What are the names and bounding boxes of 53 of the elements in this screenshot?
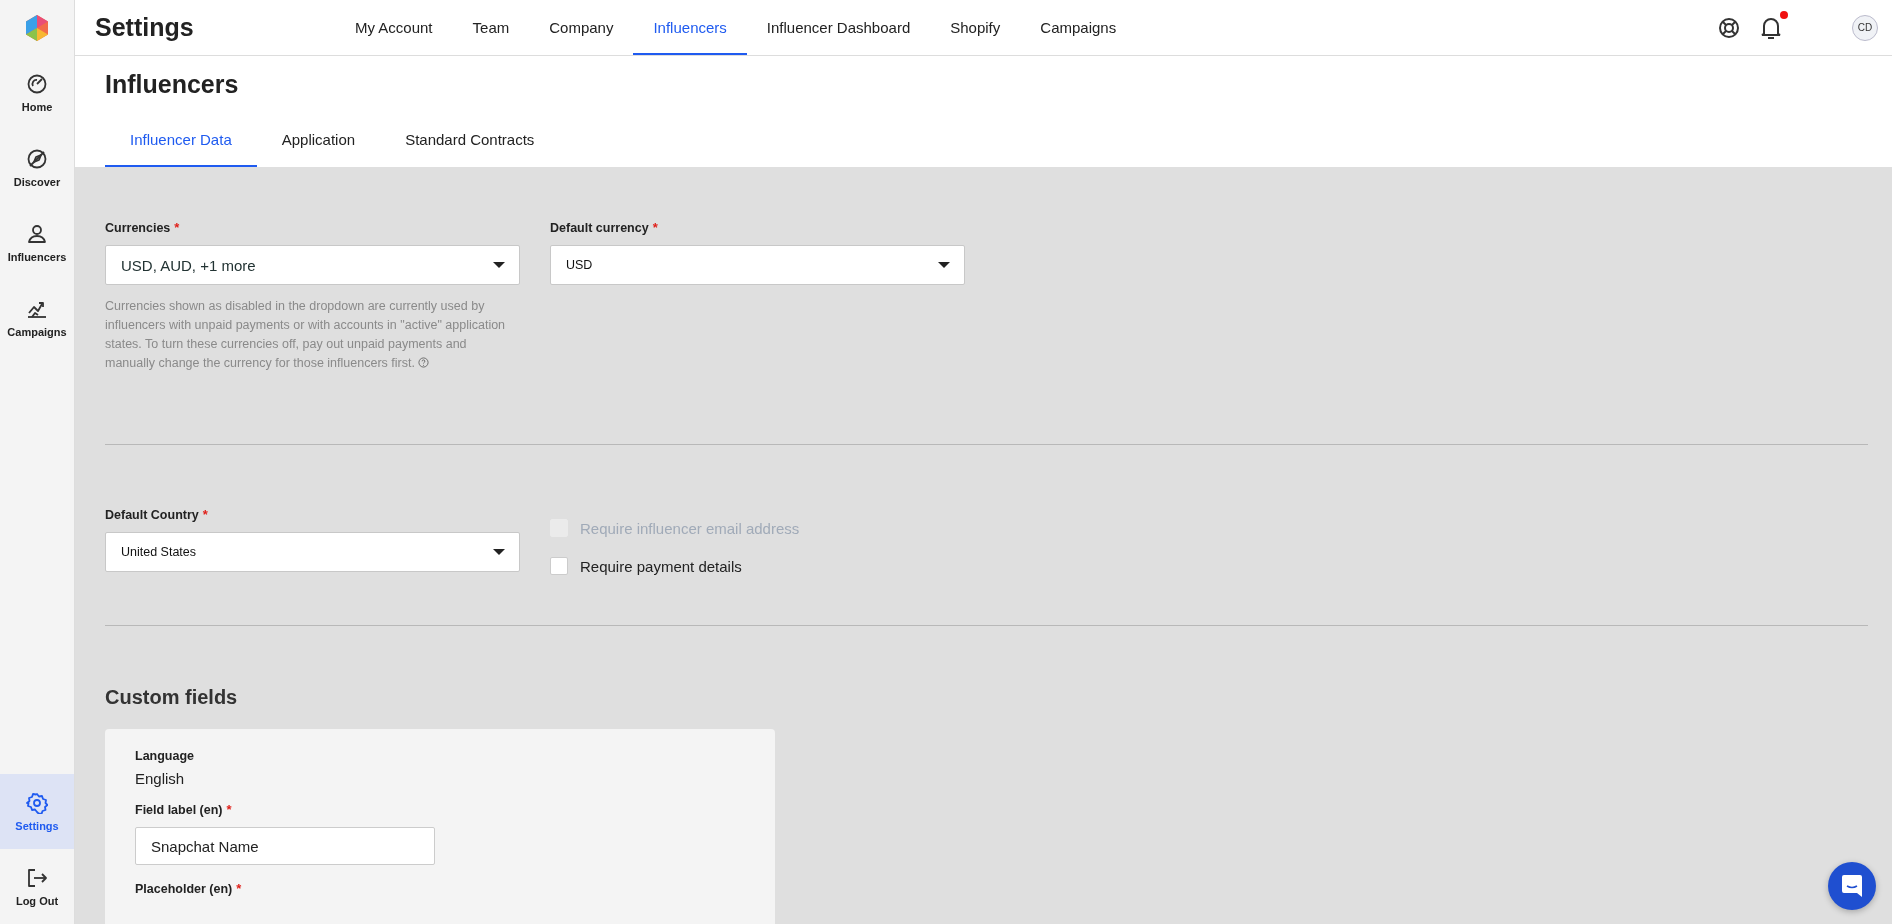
language-value: English [135, 770, 186, 787]
dropdown[interactable]: USD, AUD, +1 more [105, 245, 520, 285]
nav-tab[interactable]: Campaigns [1020, 2, 1137, 55]
dropdown-caret-icon [493, 262, 505, 268]
field-label: Currencies [105, 221, 171, 235]
field-label: Language [135, 749, 196, 763]
required-asterisk: * [226, 802, 232, 817]
question-icon[interactable] [418, 357, 430, 368]
required-asterisk: * [652, 220, 658, 235]
nav-tab[interactable]: Influencer Data [105, 131, 257, 167]
nav-tab[interactable]: Company [529, 2, 634, 55]
checkbox-label: Require payment details [580, 557, 742, 575]
notification-bell-icon[interactable] [1760, 15, 1782, 40]
sidebar-item[interactable]: Discover [0, 130, 74, 205]
field-label: Placeholder (en) [135, 882, 233, 896]
nav-tab[interactable]: Influencer Dashboard [746, 2, 931, 55]
user-avatar[interactable]: CD [1852, 14, 1878, 41]
dropdown-caret-icon [938, 262, 950, 268]
field-label: Default currency [550, 221, 649, 235]
chat-bubble-icon [1841, 874, 1863, 898]
person-icon [26, 222, 48, 245]
logout-icon [26, 866, 48, 889]
checkbox-label: Require influencer email address [580, 519, 800, 537]
dropdown[interactable]: United States [105, 532, 520, 572]
nav-tab[interactable]: Team [452, 2, 530, 55]
sidebar-item[interactable]: Log Out [0, 849, 74, 924]
help-icon[interactable] [1718, 16, 1740, 39]
sidebar-item[interactable]: Influencers [0, 205, 74, 280]
sidebar-item[interactable]: Campaigns [0, 280, 74, 355]
hexagon-logo-icon [25, 14, 49, 41]
required-asterisk: * [174, 220, 180, 235]
compass-icon [26, 147, 48, 170]
settings-icon [26, 791, 48, 814]
chat-button[interactable] [1828, 862, 1876, 910]
dropdown-caret-icon [493, 549, 505, 555]
section-title: Influencers [105, 70, 240, 99]
help-text: Currencies shown as disabled in the dropdown are currently used by influencers with unpaid payments or with accounts in "active" application states. To turn these currencies off, pay out unpaid payments and manually change the currency for those influencers first. [105, 298, 507, 372]
nav-tab[interactable]: Standard Contracts [380, 131, 560, 167]
sidebar-item[interactable]: Settings [0, 774, 74, 849]
field-label: Field label (en) [135, 803, 223, 817]
nav-tab[interactable]: Shopify [930, 2, 1021, 55]
required-asterisk: * [202, 507, 208, 522]
section-heading: Custom fields [105, 686, 239, 709]
nav-tab[interactable]: Application [256, 131, 381, 167]
nav-tab[interactable]: My Account [335, 2, 453, 55]
dropdown[interactable]: USD [550, 245, 965, 285]
checkbox[interactable] [550, 557, 568, 575]
sidebar-item[interactable]: Home [0, 55, 74, 130]
field-label: Default Country [105, 508, 199, 522]
gauge-icon [26, 72, 48, 95]
required-asterisk: * [236, 881, 242, 896]
input-field[interactable]: Snapchat Name [135, 827, 435, 865]
page-title: Settings [95, 13, 195, 42]
